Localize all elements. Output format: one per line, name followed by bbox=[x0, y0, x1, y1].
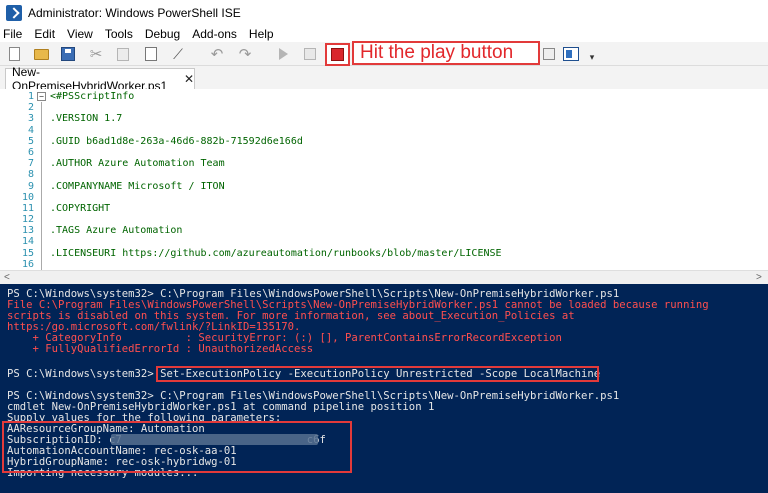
annotation-text: Hit the play button bbox=[360, 42, 514, 63]
code-line: .LICENSEURI https://github.com/azureauto… bbox=[50, 247, 502, 259]
powershell-icon bbox=[6, 5, 22, 21]
code-line: .COPYRIGHT bbox=[50, 202, 111, 214]
menu-addons[interactable]: Add-ons bbox=[191, 27, 238, 41]
line-number: 2 bbox=[27, 102, 34, 114]
highlight-set-execution-policy bbox=[156, 366, 599, 382]
script-editor[interactable]: 1 2 3 4 5 6 7 8 9 10 11 12 13 14 15 16 − <#PSScriptInfo… bbox=[0, 89, 768, 270]
menu-view[interactable]: View bbox=[66, 27, 94, 41]
highlight-parameters bbox=[2, 421, 352, 473]
debug-icon[interactable] bbox=[541, 46, 557, 62]
console-pane[interactable]: Importing necessary modules... HybridGrou… bbox=[0, 284, 768, 493]
tab-script[interactable]: New-OnPremiseHybridWorker.ps1 ✕ bbox=[5, 65, 195, 93]
stop-operation-button[interactable] bbox=[325, 43, 350, 66]
console-error-line: + FullyQualifiedErrorId : UnauthorizedAc… bbox=[7, 343, 314, 355]
console-error-line: File C:\Program Files\WindowsPowerShell\… bbox=[7, 299, 709, 311]
menu-help[interactable]: Help bbox=[248, 27, 275, 41]
undo-icon[interactable]: ↶ bbox=[209, 46, 225, 63]
cut-icon[interactable]: ✂ bbox=[88, 46, 104, 63]
line-number: 12 bbox=[21, 214, 34, 226]
new-file-icon[interactable] bbox=[6, 46, 22, 62]
line-number-gutter: 1 2 3 4 5 6 7 8 9 10 11 12 13 14 15 16 bbox=[0, 91, 34, 270]
annotation-callout: Hit the play button bbox=[352, 41, 540, 65]
line-number: 9 bbox=[27, 180, 34, 192]
open-folder-icon[interactable] bbox=[33, 46, 49, 62]
scroll-left-icon[interactable]: < bbox=[4, 271, 10, 285]
run-script-icon[interactable] bbox=[275, 46, 291, 62]
show-script-pane-icon[interactable] bbox=[563, 46, 579, 62]
scroll-right-icon[interactable]: > bbox=[756, 271, 762, 285]
line-number: 6 bbox=[27, 146, 34, 158]
code-line: .COMPANYNAME Microsoft / ITON bbox=[50, 180, 225, 192]
line-number: 8 bbox=[27, 169, 34, 181]
line-number: 10 bbox=[21, 191, 34, 203]
menu-debug[interactable]: Debug bbox=[144, 27, 181, 41]
line-number: 4 bbox=[27, 124, 34, 136]
line-number: 13 bbox=[21, 225, 34, 237]
code-line: .VERSION 1.7 bbox=[50, 113, 123, 125]
console-line: cmdlet New-OnPremiseHybridWorker.ps1 at … bbox=[7, 401, 435, 413]
line-number: 14 bbox=[21, 236, 34, 248]
window-title: Administrator: Windows PowerShell ISE bbox=[28, 6, 241, 20]
collapse-region-icon[interactable]: − bbox=[37, 92, 46, 101]
console-error-line: + CategoryInfo : SecurityError: (:) [], … bbox=[7, 332, 562, 344]
title-bar: Administrator: Windows PowerShell ISE bbox=[0, 0, 768, 26]
copy-icon[interactable] bbox=[115, 46, 131, 62]
line-number: 7 bbox=[27, 158, 34, 170]
console-error-line: scripts is disabled on this system. For … bbox=[7, 310, 575, 322]
console-error-line: https:/go.microsoft.com/fwlink/?LinkID=1… bbox=[7, 321, 301, 333]
close-icon[interactable]: ✕ bbox=[184, 72, 194, 86]
line-number: 15 bbox=[21, 247, 34, 259]
menu-tools[interactable]: Tools bbox=[104, 27, 134, 41]
line-number: 16 bbox=[21, 258, 34, 270]
paste-icon[interactable] bbox=[143, 46, 159, 62]
save-icon[interactable] bbox=[60, 46, 76, 62]
line-number: 3 bbox=[27, 113, 34, 125]
horizontal-scrollbar[interactable]: < > bbox=[0, 270, 768, 284]
code-area[interactable]: <#PSScriptInfo .VERSION 1.7 .GUID b6ad1d8e… bbox=[50, 91, 502, 270]
redacted-subscription-id bbox=[111, 434, 318, 445]
menu-edit[interactable]: Edit bbox=[33, 27, 56, 41]
stop-icon bbox=[331, 48, 344, 61]
code-line: <#PSScriptInfo bbox=[50, 91, 135, 102]
tab-strip: New-OnPremiseHybridWorker.ps1 ✕ bbox=[0, 65, 768, 93]
code-line: .GUID b6ad1d8e-263a-46d6-882b-71592d6e16… bbox=[50, 135, 303, 147]
line-number: 1 bbox=[27, 91, 34, 102]
line-number: 11 bbox=[21, 202, 34, 214]
code-line: .TAGS Azure Automation bbox=[50, 225, 183, 237]
console-line: PS C:\Windows\system32> C:\Program Files… bbox=[7, 288, 620, 300]
line-number: 5 bbox=[27, 135, 34, 147]
toolbar-overflow-icon[interactable]: ▾ bbox=[588, 49, 596, 65]
menu-file[interactable]: File bbox=[2, 27, 23, 41]
console-line: PS C:\Windows\system32> C:\Program Files… bbox=[7, 390, 620, 402]
fold-guide bbox=[41, 102, 42, 270]
code-line: .AUTHOR Azure Automation Team bbox=[50, 158, 225, 170]
redo-icon[interactable]: ↷ bbox=[237, 46, 253, 63]
clear-console-icon[interactable]: ⟋ bbox=[170, 46, 186, 62]
menu-bar: File Edit View Tools Debug Add-ons Help bbox=[0, 26, 768, 42]
run-selection-icon[interactable] bbox=[302, 46, 318, 62]
